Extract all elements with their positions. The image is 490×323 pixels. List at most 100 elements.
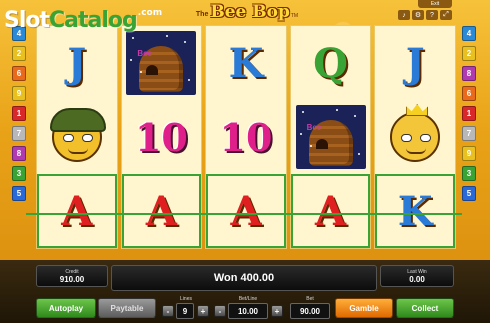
watermark-part1: Slot bbox=[4, 8, 50, 33]
star-icon bbox=[301, 111, 304, 113]
win-line bbox=[26, 213, 462, 215]
star-icon bbox=[353, 115, 356, 117]
collect-button[interactable]: Collect bbox=[396, 298, 454, 318]
symbol-letter: K bbox=[228, 39, 264, 87]
bet-value: 90.00 bbox=[290, 303, 330, 319]
bee-mouth bbox=[67, 148, 88, 154]
sound-icon[interactable]: ♪ bbox=[398, 10, 410, 20]
exit-button[interactable]: Exit bbox=[418, 0, 452, 8]
line-marker-right[interactable]: 9 bbox=[462, 146, 476, 161]
reel-cell: 10 bbox=[206, 100, 286, 174]
line-marker-left[interactable]: 5 bbox=[12, 186, 26, 201]
last-win-value: 0.00 bbox=[409, 274, 425, 284]
reel-cell bbox=[37, 100, 117, 174]
reel-cell: J bbox=[375, 26, 455, 100]
helmet-icon bbox=[49, 108, 106, 132]
star-icon bbox=[166, 35, 169, 37]
bee-eyes bbox=[62, 134, 93, 142]
lines-plus-button[interactable]: + bbox=[197, 305, 209, 317]
star-icon bbox=[309, 145, 312, 147]
line-marker-right[interactable]: 5 bbox=[462, 186, 476, 201]
gamble-button[interactable]: Gamble bbox=[335, 298, 393, 318]
reel-grid: J A Bee 10 A K 10 A Q Bee A J K bbox=[36, 25, 456, 249]
beehive-symbol: Bee bbox=[295, 105, 366, 169]
settings-icon[interactable]: ⚙ bbox=[412, 10, 424, 20]
game-title: The Bee Bop TM bbox=[192, 2, 302, 22]
line-marker-right[interactable]: 6 bbox=[462, 86, 476, 101]
symbol-letter: J bbox=[405, 39, 425, 87]
betline-value: 10.00 bbox=[228, 303, 268, 319]
line-marker-left[interactable]: 3 bbox=[12, 166, 26, 181]
watermark-part2: Catalog bbox=[49, 8, 138, 33]
hive-door bbox=[315, 139, 328, 149]
symbol-letter: K bbox=[397, 187, 433, 235]
title-name: Bee Bop bbox=[210, 2, 290, 22]
symbol-letter: Q bbox=[313, 39, 348, 87]
line-marker-left[interactable]: 1 bbox=[12, 106, 26, 121]
symbol-letter: A bbox=[61, 187, 93, 235]
betline-minus-button[interactable]: - bbox=[214, 305, 226, 317]
hive-door bbox=[146, 65, 159, 75]
fullscreen-icon[interactable]: ⤢ bbox=[440, 10, 452, 20]
credit-value: 910.00 bbox=[59, 274, 85, 284]
star-icon bbox=[357, 153, 360, 155]
symbol-ten: 10 bbox=[134, 114, 188, 160]
last-win-display: Last Win 0.00 bbox=[380, 265, 454, 287]
line-marker-left[interactable]: 9 bbox=[12, 86, 26, 101]
symbol-ten: 10 bbox=[219, 114, 273, 160]
star-icon bbox=[130, 59, 133, 61]
bee-mouth bbox=[406, 148, 427, 154]
beehive-symbol: Bee bbox=[126, 31, 197, 95]
reel-cell: 10 bbox=[122, 100, 202, 174]
reel: JK bbox=[374, 25, 456, 249]
line-markers-left: 426917835 bbox=[12, 26, 26, 201]
queen-bee-symbol bbox=[384, 104, 451, 164]
paytable-button[interactable]: Paytable bbox=[98, 298, 156, 318]
star-icon bbox=[188, 79, 191, 81]
title-prefix: The bbox=[195, 11, 209, 18]
star-icon bbox=[184, 41, 187, 43]
betline-plus-button[interactable]: + bbox=[271, 305, 283, 317]
line-marker-right[interactable]: 2 bbox=[462, 46, 476, 61]
symbol-letter: J bbox=[67, 39, 87, 87]
watermark-suffix: .com bbox=[137, 8, 163, 18]
lines-value: 9 bbox=[176, 303, 194, 319]
reel: Q Bee A bbox=[289, 25, 372, 249]
line-marker-right[interactable]: 1 bbox=[462, 106, 476, 121]
reel: JA bbox=[36, 25, 118, 249]
line-marker-left[interactable]: 7 bbox=[12, 126, 26, 141]
reel-cell: A bbox=[37, 174, 117, 248]
line-marker-right[interactable]: 7 bbox=[462, 126, 476, 141]
reel-cell: J bbox=[37, 26, 117, 100]
line-marker-left[interactable]: 2 bbox=[12, 46, 26, 61]
reel-cell bbox=[375, 100, 455, 174]
reel-cell: A bbox=[206, 174, 286, 248]
line-markers-right: 4 2 8 6 1 7 9 3 5 bbox=[462, 26, 476, 201]
betline-label: Bet/Line bbox=[238, 296, 258, 302]
soldier-bee-symbol bbox=[49, 108, 106, 162]
reel-cell: K bbox=[375, 174, 455, 248]
line-marker-right[interactable]: 3 bbox=[462, 166, 476, 181]
reel-cell: A bbox=[121, 174, 202, 248]
help-icon[interactable]: ? bbox=[426, 10, 438, 20]
reel-cell: Bee bbox=[291, 100, 371, 174]
autoplay-button[interactable]: Autoplay bbox=[36, 298, 96, 318]
symbol-letter: A bbox=[145, 187, 177, 235]
line-marker-right[interactable]: 4 bbox=[462, 26, 476, 41]
top-controls: ♪ ⚙ ? ⤢ bbox=[398, 10, 454, 22]
line-marker-right[interactable]: 8 bbox=[462, 66, 476, 81]
line-marker-left[interactable]: 6 bbox=[12, 66, 26, 81]
reel-cell: Bee bbox=[122, 26, 202, 100]
line-marker-left[interactable]: 8 bbox=[12, 146, 26, 161]
hive-tag: Bee bbox=[306, 123, 322, 132]
hive-tag: Bee bbox=[137, 49, 153, 58]
bet-label: Bet bbox=[306, 296, 314, 302]
cape-icon bbox=[384, 144, 451, 164]
lines-label: Lines bbox=[180, 296, 192, 302]
symbol-letter: A bbox=[230, 187, 262, 235]
crown-icon bbox=[406, 104, 429, 116]
watermark-logo: Slot Catalog .com bbox=[4, 8, 162, 36]
star-icon bbox=[299, 133, 302, 135]
reel: Bee 10 A bbox=[120, 25, 203, 249]
lines-minus-button[interactable]: - bbox=[162, 305, 174, 317]
